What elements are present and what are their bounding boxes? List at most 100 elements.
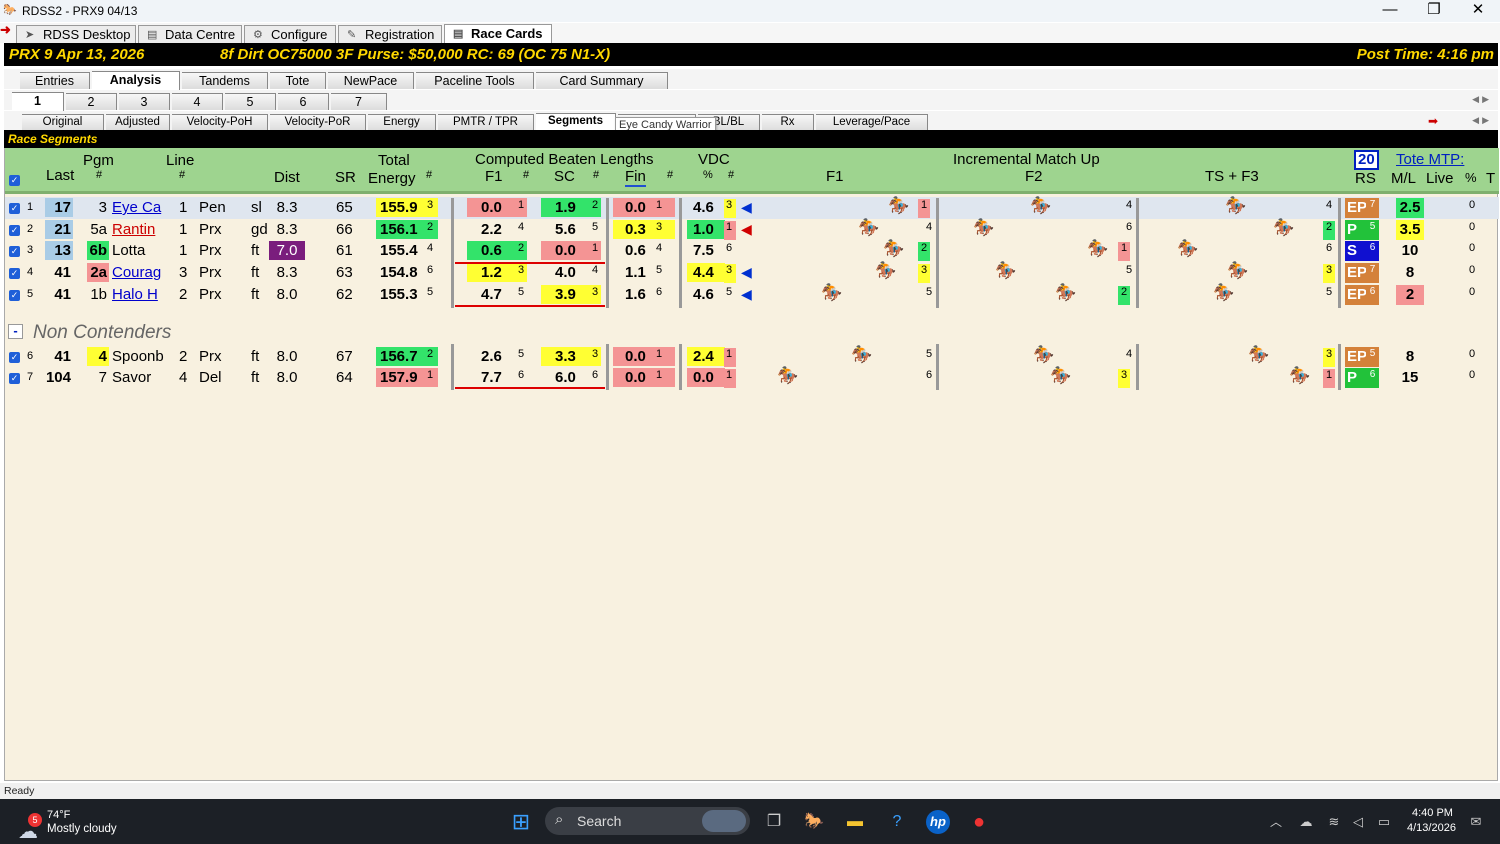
wifi-icon[interactable]: ≋ (1322, 810, 1346, 834)
tote-mtp-link[interactable]: Tote MTP: (1396, 151, 1464, 168)
file-explorer-icon[interactable]: ▬ (843, 810, 867, 834)
track-condition: gd (251, 221, 268, 238)
pencil-icon: ✎ (347, 29, 357, 41)
tab-tandems[interactable]: Tandems (182, 72, 268, 89)
windows-start-icon[interactable]: ⊞ (509, 810, 533, 834)
row-number: 2 (27, 223, 34, 235)
minimize-button[interactable]: — (1368, 0, 1412, 22)
horse-icon: 🏇 (1087, 239, 1109, 258)
table-row[interactable]: ✓ 1 17 3 Eye Ca 1 Pen sl 8.3 65 155.9 3 0.0 1 1.9 2 0.0 1… (5, 196, 1499, 219)
tab-race-7[interactable]: 7 (331, 93, 387, 110)
tab-leverage-pace[interactable]: Leverage/Pace (816, 114, 928, 131)
chevron-up-icon[interactable]: ︿ (1264, 810, 1288, 834)
view-scroll-arrows[interactable]: ◀▶ (1472, 115, 1492, 126)
tab-paceline-tools[interactable]: Paceline Tools (416, 72, 534, 89)
horse-name[interactable]: Spoonb (112, 347, 164, 366)
tab-race-3[interactable]: 3 (119, 93, 170, 110)
tab-registration[interactable]: ✎ Registration (338, 25, 442, 43)
tab-data-centre[interactable]: ▤ Data Centre (138, 25, 242, 43)
tab-analysis[interactable]: Analysis (92, 71, 180, 90)
tab-scroll-arrows[interactable]: ◀▶ (1472, 94, 1492, 105)
notification-icon[interactable]: ✉ (1464, 810, 1488, 834)
row-checkbox[interactable]: ✓ (9, 246, 20, 257)
card-icon: ▤ (453, 28, 464, 40)
table-row[interactable]: ✓ 6 41 4 Spoonb 2 Prx ft 8.0 67 156.7 2 2.6 5 3.3 3 0.0 1… (5, 345, 1499, 368)
row-checkbox[interactable]: ✓ (9, 268, 20, 279)
tab-rx[interactable]: Rx (762, 114, 814, 131)
maximize-button[interactable]: ❐ (1412, 0, 1456, 22)
horse-icon: 🏇 (1225, 196, 1247, 215)
tab-energy[interactable]: Energy (368, 114, 436, 131)
tab-configure[interactable]: ⚙ Configure (244, 25, 336, 43)
energy-rank: 5 (427, 286, 434, 298)
horse-name[interactable]: Halo H (112, 285, 158, 304)
tab-card-summary[interactable]: Card Summary (536, 72, 668, 89)
horse-name[interactable]: Rantin (112, 220, 155, 239)
table-row[interactable]: ✓ 2 21 5a Rantin 1 Prx gd 8.3 66 156.1 2 2.2 4 5.6 5 0.3… (5, 218, 1499, 241)
row-number: 1 (27, 201, 34, 213)
table-row[interactable]: ✓ 7 104 7 Savor 4 Del ft 8.0 64 157.9 1 7.7 6 6.0 6 0.0 1… (5, 366, 1499, 389)
table-row[interactable]: ✓ 4 41 2a Courag 3 Prx ft 8.3 63 154.8 6 1.2 3 4.0 4 1.1… (5, 261, 1499, 284)
mtp-box[interactable]: 20 (1354, 150, 1379, 170)
tab-adjusted[interactable]: Adjusted (106, 114, 170, 131)
col-last: Last (46, 167, 75, 184)
non-contenders-toggle[interactable]: - (8, 324, 23, 339)
energy-rank: 2 (427, 348, 434, 360)
table-row[interactable]: ✓ 5 41 1b Halo H 2 Prx ft 8.0 62 155.3 5 4.7 5 3.9 3 1.6… (5, 283, 1499, 306)
horse-name[interactable]: Savor (112, 368, 151, 387)
tab-race-cards[interactable]: ▤ Race Cards (444, 24, 552, 44)
battery-icon[interactable]: ▭ (1372, 810, 1396, 834)
onedrive-icon[interactable]: ☁ (1294, 810, 1318, 834)
tab-race-1[interactable]: 1 (12, 92, 64, 111)
row-checkbox[interactable]: ✓ (9, 352, 20, 363)
tab-original[interactable]: Original (22, 114, 104, 131)
rdss-app-icon[interactable]: 🐎 (802, 810, 826, 834)
row-checkbox[interactable]: ✓ (9, 290, 20, 301)
track-code: Prx (199, 264, 222, 281)
running-style-number: 6 (1366, 241, 1379, 261)
tab-tote[interactable]: Tote (270, 72, 326, 89)
horse-name[interactable]: Courag (112, 263, 161, 282)
tab-race-2[interactable]: 2 (66, 93, 117, 110)
row-number: 7 (27, 371, 34, 383)
morning-line-odds: 2 (1396, 285, 1424, 305)
last-days: 13 (45, 241, 73, 260)
horse-name[interactable]: Eye Ca (112, 198, 161, 217)
close-button[interactable]: ✕ (1456, 0, 1500, 22)
last-days: 41 (54, 286, 71, 303)
select-all-checkbox[interactable]: ✓ (9, 175, 20, 186)
tab-newpace[interactable]: NewPace (328, 72, 414, 89)
hp-icon[interactable]: hp (926, 810, 950, 834)
horse-icon: 🏇 (995, 261, 1017, 280)
help-icon[interactable]: ? (885, 810, 909, 834)
fin-beaten-lengths: 0.0 (613, 347, 675, 366)
horse-icon: 🏇 (858, 218, 880, 237)
taskbar-search[interactable]: ⌕ Search (545, 807, 750, 835)
fin-rank: 5 (656, 264, 663, 276)
f1-rank: 3 (518, 264, 525, 276)
tab-rdss-desktop[interactable]: ➤ RDSS Desktop (16, 25, 136, 43)
row-checkbox[interactable]: ✓ (9, 203, 20, 214)
match-up-rank: 2 (1323, 221, 1335, 240)
tab-entries[interactable]: Entries (20, 72, 90, 89)
horse-name[interactable]: Lotta (112, 241, 145, 260)
view-tab-bar: Original Adjusted Velocity-PoH Velocity-… (4, 111, 1498, 132)
table-row[interactable]: ✓ 3 13 6b Lotta 1 Prx ft 7.0 61 155.4 4 0.6 2 0.0 1 0.6 4… (5, 239, 1499, 262)
vdc-rank: 3 (724, 264, 736, 283)
running-style-number: 6 (1366, 285, 1379, 305)
tab-velocity-poh[interactable]: Velocity-PoH (172, 114, 268, 131)
task-view-icon[interactable]: ❐ (762, 810, 786, 834)
export-icon[interactable]: ➡ (1428, 114, 1438, 128)
speed-rating: 64 (336, 369, 353, 386)
track-code: Prx (199, 221, 222, 238)
tab-pmtr-tpr[interactable]: PMTR / TPR (438, 114, 534, 131)
tab-race-4[interactable]: 4 (172, 93, 223, 110)
tab-velocity-por[interactable]: Velocity-PoR (270, 114, 366, 131)
speed-rating: 62 (336, 286, 353, 303)
tab-race-6[interactable]: 6 (278, 93, 329, 110)
row-checkbox[interactable]: ✓ (9, 225, 20, 236)
row-checkbox[interactable]: ✓ (9, 373, 20, 384)
chrome-icon[interactable]: ● (967, 810, 991, 834)
tab-race-5[interactable]: 5 (225, 93, 276, 110)
volume-icon[interactable]: ◁ (1346, 810, 1370, 834)
